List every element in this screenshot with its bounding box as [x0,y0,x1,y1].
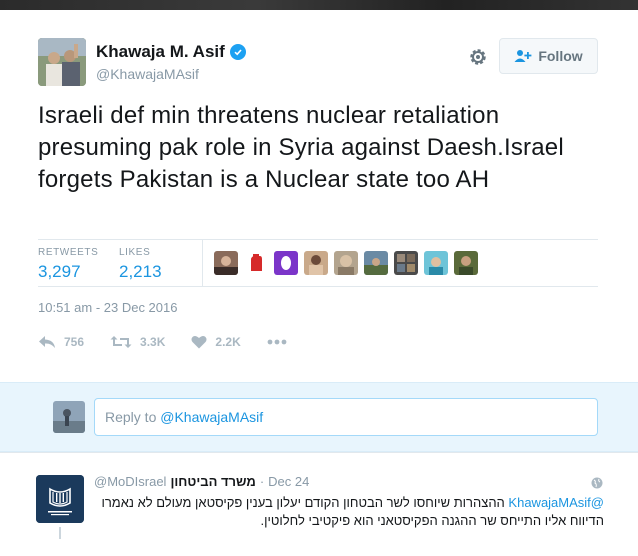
tweet-page: Khawaja M. Asif @KhawajaMAsif Follow Isr… [0,0,638,556]
reply-text-mention[interactable]: @KhawajaMAsif [508,495,604,510]
main-tweet: Khawaja M. Asif @KhawajaMAsif Follow Isr… [0,10,638,382]
tweet-stats: RETWEETS 3,297 LIKES 2,213 [38,239,598,287]
profile-header-strip [0,0,638,10]
reply-arrow-icon [38,335,56,349]
retweet-icon [110,335,132,349]
tweet-text: Israeli def min threatens nuclear retali… [38,102,564,193]
header-separator: · [259,474,265,489]
more-dots-icon [267,339,287,345]
reply-author-avatar[interactable] [36,475,84,523]
liker-avatar[interactable] [454,251,478,275]
tweet-actions: 756 3.3K 2.2K [38,332,313,352]
more-actions-button[interactable] [267,339,287,345]
reply-composer: Reply to @KhawajaMAsif [0,382,638,452]
current-user-avatar [53,401,85,433]
liker-avatar[interactable] [394,251,418,275]
reply-input-mention: @KhawajaMAsif [160,409,264,425]
retweet-count: 3.3K [140,335,166,349]
like-action-button[interactable]: 2.2K [191,335,241,349]
reply-tweet-header: @MoDIsrael משרד הביטחון · Dec 24 [94,474,309,489]
likes-stat[interactable]: LIKES 2,213 [119,247,162,282]
liker-avatar[interactable] [274,251,298,275]
follow-person-plus-icon [514,49,532,63]
reply-action-button[interactable]: 756 [38,335,84,349]
likes-label: LIKES [119,247,151,258]
liker-avatar[interactable] [424,251,448,275]
retweets-label: RETWEETS [38,247,99,258]
reply-tweet-date[interactable]: Dec 24 [268,474,309,489]
liker-avatar[interactable] [364,251,388,275]
follow-button-label: Follow [538,48,583,64]
liker-avatars [214,251,478,275]
author-handle[interactable]: @KhawajaMAsif [96,66,199,82]
reply-author-name[interactable]: משרד הביטחון [170,474,255,489]
follow-button[interactable]: Follow [499,38,598,74]
retweets-stat[interactable]: RETWEETS 3,297 [38,247,98,282]
settings-gear-icon[interactable] [467,46,489,68]
author-avatar[interactable] [38,38,86,86]
tweet-timestamp[interactable]: 10:51 am - 23 Dec 2016 [38,300,177,315]
author-name[interactable]: Khawaja M. Asif [96,42,246,62]
reply-count: 756 [64,335,85,349]
reply-author-handle[interactable]: @MoDIsrael [94,474,166,489]
liker-avatar[interactable] [244,251,268,275]
author-name-text[interactable]: Khawaja M. Asif [96,42,225,62]
reply-tweet-text: @KhawajaMAsif ההצהרות שיוחסו לשר הבטחון … [94,494,604,530]
retweets-value[interactable]: 3,297 [38,262,98,282]
heart-icon [191,335,207,349]
reply-input[interactable]: Reply to @KhawajaMAsif [94,398,598,436]
reply-tweet[interactable]: @MoDIsrael משרד הביטחון · Dec 24 @Khawaj… [0,452,638,556]
likes-value[interactable]: 2,213 [119,262,162,282]
thread-line [59,527,61,539]
verified-badge-icon [229,44,246,60]
liker-avatar[interactable] [214,251,238,275]
stats-divider [202,240,203,286]
retweet-action-button[interactable]: 3.3K [110,335,165,349]
globe-icon[interactable] [591,476,603,489]
reply-input-prefix: Reply to [105,409,161,425]
like-count: 2.2K [215,335,241,349]
liker-avatar[interactable] [334,251,358,275]
liker-avatar[interactable] [304,251,328,275]
